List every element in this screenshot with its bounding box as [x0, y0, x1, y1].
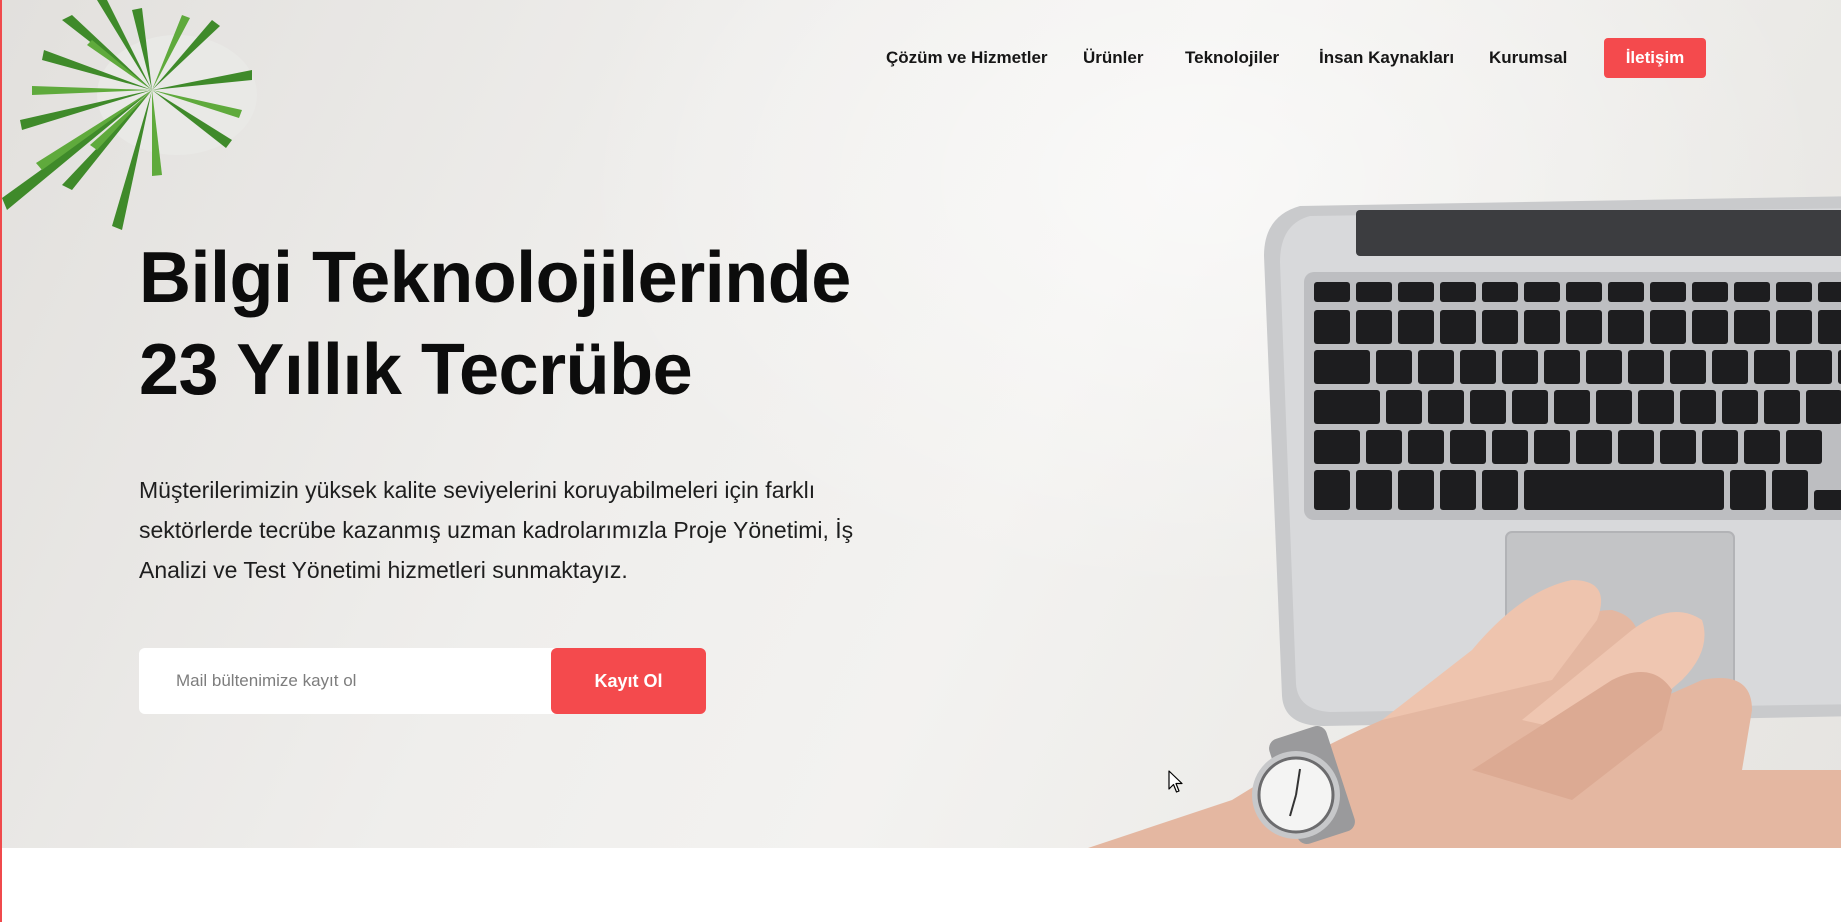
hero-section: Çözüm ve Hizmetler Ürünler Teknolojiler … [2, 0, 1841, 848]
content-section [2, 848, 1841, 922]
hero-description: Müşterilerimizin yüksek kalite seviyeler… [139, 477, 854, 583]
hero-headline-line-1: Bilgi Teknolojilerinde [139, 238, 851, 318]
nav-item-cozum-ve-hizmetler[interactable]: Çözüm ve Hizmetler [886, 38, 1048, 78]
contact-button[interactable]: İletişim [1604, 38, 1706, 78]
newsletter-form: Kayıt Ol [139, 648, 706, 714]
nav-item-urunler[interactable]: Ürünler [1083, 38, 1143, 78]
newsletter-email-input[interactable] [139, 648, 559, 714]
main-nav: Çözüm ve Hizmetler Ürünler Teknolojiler … [2, 38, 1841, 78]
hands-image [1088, 580, 1841, 848]
nav-item-teknolojiler[interactable]: Teknolojiler [1185, 38, 1279, 78]
nav-item-kurumsal[interactable]: Kurumsal [1489, 38, 1567, 78]
mouse-pointer-icon [1168, 770, 1183, 793]
nav-item-insan-kaynaklari[interactable]: İnsan Kaynakları [1319, 38, 1454, 78]
hero-headline-line-2: 23 Yıllık Tecrübe [139, 330, 693, 410]
subscribe-button[interactable]: Kayıt Ol [551, 648, 706, 714]
hero-headline: Bilgi Teknolojilerinde 23 Yıllık Tecrübe [139, 232, 959, 416]
